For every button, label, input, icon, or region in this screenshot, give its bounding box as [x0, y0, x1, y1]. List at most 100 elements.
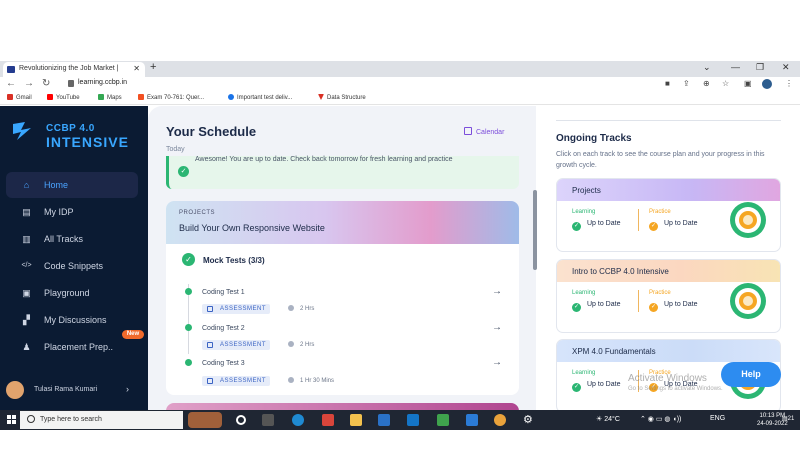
idp-icon: ▤ [22, 207, 31, 217]
taskbar-search-input[interactable]: Type here to search [20, 411, 183, 429]
learning-label: Learning [572, 370, 596, 376]
user-name: Tulasi Rama Kumari [34, 386, 98, 393]
track-name: XPM 4.0 Fundamentals [572, 347, 656, 356]
mail-icon[interactable] [407, 414, 419, 426]
check-dot-icon [185, 359, 192, 366]
sidebar-item-label: All Tracks [44, 234, 84, 244]
sidebar-item-playground[interactable]: ▣ Playground [6, 280, 138, 306]
test-name[interactable]: Coding Test 3 [202, 360, 245, 367]
share-icon[interactable]: ⇪ [683, 79, 690, 88]
back-icon[interactable]: ← [6, 78, 16, 89]
sidebar-item-my-idp[interactable]: ▤ My IDP [6, 199, 138, 225]
check-icon: ✓ [572, 303, 581, 312]
chrome-icon[interactable] [494, 414, 506, 426]
task-view-icon[interactable] [236, 415, 246, 425]
chevron-right-icon[interactable]: › [126, 384, 129, 394]
new-tab-button[interactable]: + [150, 61, 156, 73]
browser-tab-bar: Revolutionizing the Job Market | ✕ + ⌄ —… [0, 61, 800, 77]
weather-temp[interactable]: ☀ 24°C [596, 415, 620, 423]
media-icon[interactable] [322, 414, 334, 426]
restore-icon[interactable]: ❐ [756, 62, 764, 73]
track-card-projects[interactable]: Projects Learning ✓ Up to Date Practice ✓… [556, 178, 781, 252]
bookmark-maps[interactable]: Maps [98, 94, 122, 101]
sidebar-item-label: My IDP [44, 207, 74, 217]
project-card[interactable]: PROJECTS Build Your Own Responsive Websi… [166, 201, 519, 395]
weather-widget-icon[interactable] [188, 412, 222, 428]
sidebar-item-label: My Discussions [44, 315, 107, 325]
tracks-icon: ▥ [22, 234, 31, 244]
sidebar-item-home[interactable]: ⌂ Home [6, 172, 138, 198]
practice-label: Practice [649, 290, 671, 296]
camera-icon[interactable]: ■ [665, 79, 670, 88]
top-blank-area [0, 0, 800, 61]
windows-taskbar: Type here to search ⚙ ☀ 24°C ⌃ ◉ ▭ ◍ ◖))… [0, 410, 800, 430]
track-name: Intro to CCBP 4.0 Intensive [572, 267, 669, 276]
notification-icon[interactable]: ▤21 [782, 415, 794, 422]
message-text: Awesome! You are up to date. Check back … [195, 156, 453, 163]
profile-avatar-icon[interactable] [762, 79, 772, 89]
reload-icon[interactable]: ↻ [42, 78, 50, 89]
bookmark-gmail[interactable]: Gmail [7, 94, 32, 101]
settings-gear-icon[interactable]: ⚙ [523, 414, 535, 426]
sidebar-item-all-tracks[interactable]: ▥ All Tracks [6, 226, 138, 252]
sidebar-item-placement-prep[interactable]: ♟ Placement Prep.. [6, 334, 138, 360]
code-icon: </> [21, 262, 32, 269]
menu-kebab-icon[interactable]: ⋮ [785, 79, 793, 88]
browser-tab[interactable]: Revolutionizing the Job Market | ✕ [3, 62, 145, 77]
sidebar-item-my-discussions[interactable]: ▞ My Discussions [6, 307, 138, 333]
forward-icon[interactable]: → [24, 78, 34, 89]
bookmark-exam[interactable]: Exam 70-761: Quer... [138, 94, 204, 101]
sidebar-item-label: Placement Prep.. [44, 342, 114, 352]
check-icon: ✓ [649, 303, 658, 312]
test-name[interactable]: Coding Test 2 [202, 325, 245, 332]
site-favicon-icon [7, 66, 15, 73]
track-card-header: Projects [557, 179, 780, 201]
sidebar-item-label: Code Snippets [44, 261, 104, 271]
check-icon: ✓ [572, 222, 581, 231]
language-indicator[interactable]: ENG [710, 415, 725, 422]
user-profile[interactable]: Tulasi Rama Kumari › [6, 379, 144, 401]
widgets-icon[interactable] [262, 414, 274, 426]
test-name[interactable]: Coding Test 1 [202, 289, 245, 296]
bookmark-test[interactable]: Important test deliv... [228, 94, 292, 101]
sidebar-item-code-snippets[interactable]: </> Code Snippets [6, 253, 138, 279]
url-field[interactable]: learning.ccbp.in [68, 79, 648, 90]
close-window-icon[interactable]: ✕ [782, 62, 790, 73]
bookmark-star-icon[interactable]: ☆ [722, 79, 729, 88]
check-icon: ✓ [649, 222, 658, 231]
arrow-right-icon[interactable]: → [492, 286, 502, 297]
windows-start-icon[interactable] [7, 415, 17, 425]
tab-close-icon[interactable]: ✕ [133, 64, 140, 73]
check-dot-icon [185, 324, 192, 331]
skype-icon[interactable] [466, 414, 478, 426]
project-card-header: PROJECTS Build Your Own Responsive Websi… [166, 201, 519, 244]
logo-text-bottom: INTENSIVE [46, 134, 129, 150]
arrow-right-icon[interactable]: → [492, 322, 502, 333]
progress-ring-icon [730, 283, 766, 319]
install-icon[interactable]: ⊕ [703, 79, 710, 88]
help-button[interactable]: Help [721, 362, 781, 387]
store-icon[interactable] [378, 414, 390, 426]
practice-label: Practice [649, 209, 671, 215]
tab-search-chevron-icon[interactable]: ⌄ [703, 62, 711, 73]
assessment-icon [207, 378, 213, 384]
lock-icon [68, 80, 74, 87]
assessment-icon [207, 342, 213, 348]
sidepanel-icon[interactable]: ▣ [744, 79, 752, 88]
next-project-card[interactable] [166, 403, 519, 410]
track-card-intro[interactable]: Intro to CCBP 4.0 Intensive Learning ✓ Up… [556, 259, 781, 333]
arrow-right-icon[interactable]: → [492, 357, 502, 368]
activate-windows-watermark: Activate Windows [628, 373, 707, 384]
bookmark-data-structure[interactable]: Data Structure [318, 94, 366, 101]
system-tray-icons[interactable]: ⌃ ◉ ▭ ◍ ◖)) [640, 415, 681, 423]
bookmark-youtube[interactable]: YouTube [47, 94, 80, 101]
calendar-button[interactable]: Calendar [464, 127, 504, 136]
edge-icon[interactable] [292, 414, 304, 426]
file-explorer-icon[interactable] [350, 414, 362, 426]
divider [638, 209, 639, 231]
app-icon[interactable] [437, 414, 449, 426]
minimize-icon[interactable]: — [731, 62, 740, 72]
practice-status: ✓ Up to Date [649, 301, 698, 312]
avatar [6, 381, 24, 399]
home-icon: ⌂ [23, 180, 30, 190]
